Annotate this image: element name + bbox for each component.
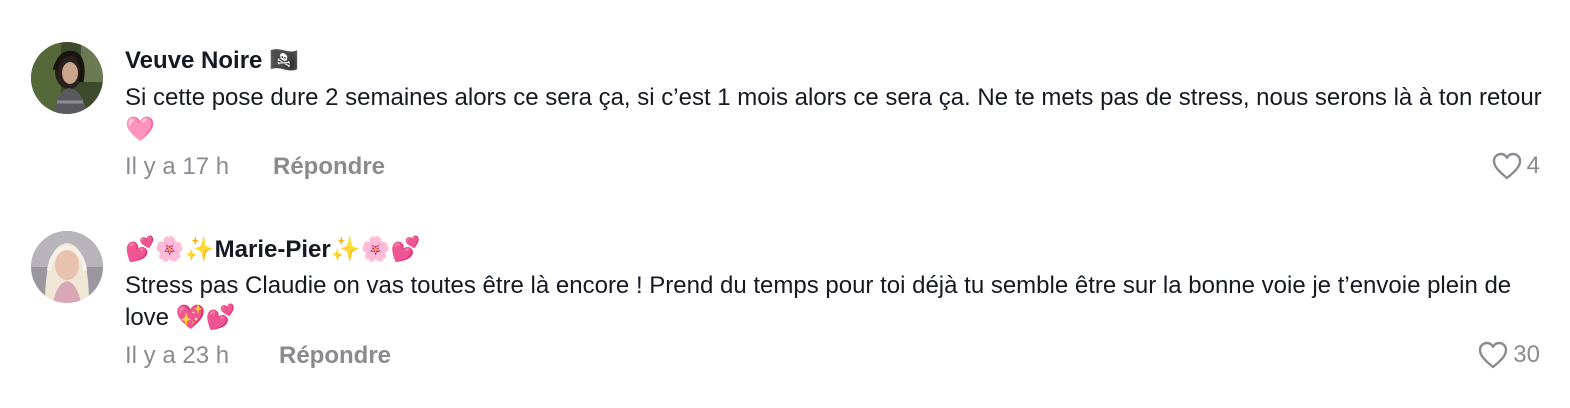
heart-outline-icon <box>1492 152 1521 180</box>
avatar-image <box>31 42 103 114</box>
reply-button[interactable]: Répondre <box>273 152 385 182</box>
like-button[interactable]: 30 <box>1477 340 1540 370</box>
comment-username[interactable]: Veuve Noire 🏴‍☠️ <box>125 46 299 76</box>
comment-username[interactable]: 💕🌸✨Marie-Pier✨🌸💕 <box>125 235 420 265</box>
comment-timestamp: Il y a 23 h <box>125 342 230 369</box>
avatar[interactable] <box>31 42 103 114</box>
like-button[interactable]: 4 <box>1491 151 1540 181</box>
like-count: 4 <box>1526 152 1540 179</box>
comment-text: Stress pas Claudie on vas toutes être là… <box>125 272 1512 331</box>
avatar-image <box>31 231 103 303</box>
avatar[interactable] <box>31 231 103 303</box>
heart-outline-icon <box>1479 341 1508 369</box>
comment-text: Si cette pose dure 2 semaines alors ce s… <box>125 84 1542 143</box>
comment-timestamp: Il y a 17 h <box>125 153 230 180</box>
like-count: 30 <box>1513 341 1540 368</box>
reply-button[interactable]: Répondre <box>279 341 391 371</box>
